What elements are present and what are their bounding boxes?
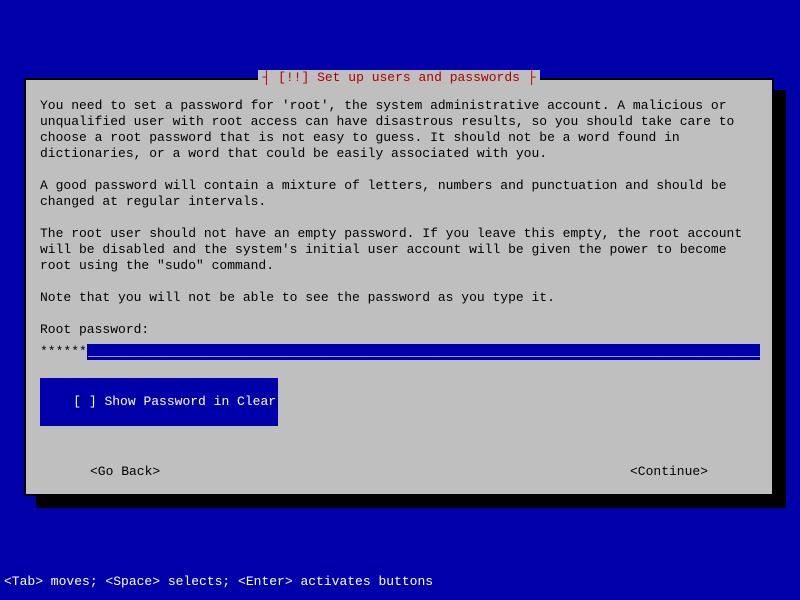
body-p1: You need to set a password for 'root', t… [40,98,758,162]
go-back-button[interactable]: <Go Back> [40,464,210,480]
title-decor-left: ┤ [262,70,278,85]
checkbox-label: Show Password in Clear [104,394,276,409]
dialog-title: ┤ [!!] Set up users and passwords ├ [258,70,539,86]
body-p2: A good password will contain a mixture o… [40,178,758,210]
checkbox-state: [ ] [73,394,96,409]
password-masked: ****** [40,344,87,360]
dialog-title-bar: ┤ [!!] Set up users and passwords ├ [26,70,772,86]
title-decor-right: ├ [520,70,536,85]
hint-bar: <Tab> moves; <Space> selects; <Enter> ac… [4,574,433,590]
continue-button[interactable]: <Continue> [580,464,758,480]
show-password-checkbox[interactable]: [ ] Show Password in Clear [40,378,278,426]
password-label: Root password: [40,322,758,338]
title-text: [!!] Set up users and passwords [278,70,520,85]
password-underline: ________________________________________… [88,344,760,360]
nav-row: <Go Back> <Continue> [40,464,758,480]
password-input[interactable]: ****** _________________________________… [40,344,760,360]
body-p3: The root user should not have an empty p… [40,226,758,274]
body-p4: Note that you will not be able to see th… [40,290,758,306]
dialog: ┤ [!!] Set up users and passwords ├ You … [24,78,774,496]
